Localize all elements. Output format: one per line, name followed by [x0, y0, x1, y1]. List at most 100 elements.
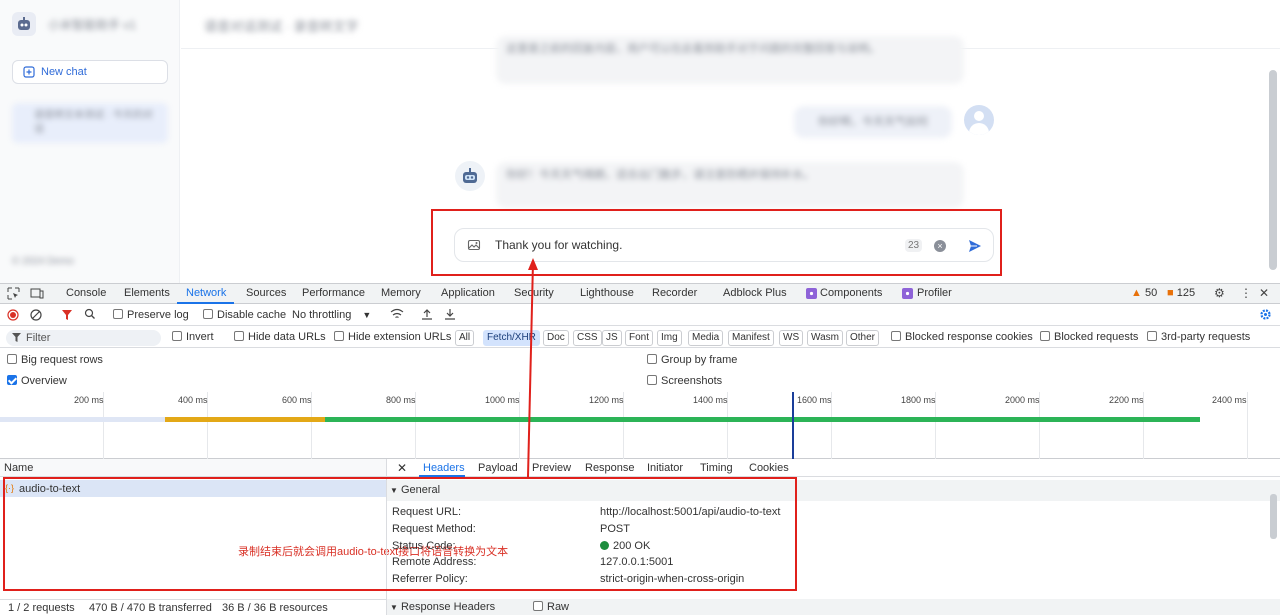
- checkbox-icon: [1147, 331, 1157, 341]
- checkbox-icon: [647, 375, 657, 385]
- chip-fetch-xhr[interactable]: Fetch/XHR: [483, 330, 540, 346]
- tab-sources[interactable]: Sources: [246, 287, 286, 299]
- download-icon[interactable]: [444, 308, 456, 323]
- warnings-count[interactable]: ▲ 50: [1131, 287, 1157, 299]
- chip-css[interactable]: CSS: [573, 330, 602, 346]
- record-icon[interactable]: [7, 309, 19, 324]
- conversation-item[interactable]: 语音转文本测试 · 今天的对话: [12, 103, 168, 143]
- transferred-size: 470 B / 470 B transferred: [89, 602, 212, 614]
- more-vert-icon[interactable]: ⋮: [1240, 286, 1252, 300]
- checkbox-icon: [172, 331, 182, 341]
- tab-security[interactable]: Security: [514, 287, 554, 299]
- details-scrollbar[interactable]: [1270, 494, 1277, 539]
- chip-doc[interactable]: Doc: [543, 330, 569, 346]
- tab-application[interactable]: Application: [441, 287, 495, 299]
- user-avatar-icon: [964, 105, 994, 135]
- hide-extension-urls-checkbox[interactable]: Hide extension URLs: [334, 331, 451, 343]
- checkbox-icon: [203, 309, 213, 319]
- tab-timing[interactable]: Timing: [700, 462, 733, 474]
- invert-checkbox[interactable]: Invert: [172, 331, 214, 343]
- upload-icon[interactable]: [421, 308, 433, 323]
- tab-cookies[interactable]: Cookies: [749, 462, 789, 474]
- tab-recorder[interactable]: Recorder: [652, 287, 697, 299]
- tab-components[interactable]: Components: [820, 287, 882, 299]
- preserve-log-checkbox[interactable]: Preserve log: [113, 309, 189, 321]
- chip-manifest[interactable]: Manifest: [728, 330, 774, 346]
- blocked-requests-checkbox[interactable]: Blocked requests: [1040, 331, 1138, 343]
- close-detail-icon[interactable]: ✕: [397, 461, 407, 475]
- tab-headers[interactable]: Headers: [423, 462, 465, 474]
- tick-label: 2400 ms: [1212, 395, 1247, 405]
- warning-icon: ▲: [1131, 287, 1142, 299]
- sidebar-footer: © 2024 Demo: [12, 256, 74, 267]
- gear-icon[interactable]: ⚙: [1214, 286, 1225, 300]
- overview-timeline[interactable]: 200 ms 400 ms 600 ms 800 ms 1000 ms 1200…: [0, 392, 1280, 558]
- throttling-select[interactable]: No throttling ▼: [292, 309, 371, 321]
- tab-memory[interactable]: Memory: [381, 287, 421, 299]
- tab-console[interactable]: Console: [66, 287, 106, 299]
- filter-icon: [12, 330, 21, 346]
- raw-checkbox[interactable]: Raw: [533, 601, 569, 613]
- network-settings-icon[interactable]: [1259, 308, 1272, 324]
- overview-checkbox[interactable]: Overview: [7, 375, 67, 387]
- chip-img[interactable]: Img: [657, 330, 682, 346]
- chat-scrollbar[interactable]: [1269, 70, 1277, 270]
- tab-preview[interactable]: Preview: [532, 462, 571, 474]
- chip-js[interactable]: JS: [602, 330, 622, 346]
- group-by-frame-checkbox[interactable]: Group by frame: [647, 354, 737, 366]
- timeline-queue-bar: [0, 417, 165, 422]
- tick-label: 600 ms: [282, 395, 312, 405]
- app-name: 小米智能助手 v1: [48, 18, 137, 32]
- response-headers-section[interactable]: ▼ Response Headers Raw: [387, 599, 1280, 615]
- checkbox-icon: [533, 601, 543, 611]
- network-toolbar: Preserve log Disable cache No throttling…: [0, 305, 1280, 326]
- screenshots-checkbox[interactable]: Screenshots: [647, 375, 722, 387]
- resources-size: 36 B / 36 B resources: [222, 602, 328, 614]
- hide-data-urls-checkbox[interactable]: Hide data URLs: [234, 331, 326, 343]
- chat-title: 语音对话测试 · 录音转文字: [204, 19, 359, 34]
- annotation-highlight-request: [3, 477, 797, 591]
- search-icon[interactable]: [84, 308, 96, 323]
- tab-response[interactable]: Response: [585, 462, 635, 474]
- status-footer: 1 / 2 requests 470 B / 470 B transferred…: [0, 599, 386, 615]
- tab-elements[interactable]: Elements: [124, 287, 170, 299]
- new-chat-button[interactable]: New chat: [12, 60, 168, 84]
- tab-adblock[interactable]: Adblock Plus: [723, 287, 787, 299]
- chip-wasm[interactable]: Wasm: [807, 330, 843, 346]
- response-headers-toggle: ▼ Response Headers: [390, 601, 496, 613]
- blocked-cookies-checkbox[interactable]: Blocked response cookies: [891, 331, 1033, 343]
- tab-payload[interactable]: Payload: [478, 462, 518, 474]
- tab-profiler[interactable]: Profiler: [917, 287, 952, 299]
- tab-lighthouse[interactable]: Lighthouse: [580, 287, 634, 299]
- device-toggle-icon[interactable]: [30, 287, 44, 303]
- wifi-conditions-icon[interactable]: [390, 308, 404, 323]
- chip-font[interactable]: Font: [625, 330, 654, 346]
- tab-performance[interactable]: Performance: [302, 287, 365, 299]
- chip-other[interactable]: Other: [846, 330, 880, 346]
- tab-initiator[interactable]: Initiator: [647, 462, 683, 474]
- clear-log-icon[interactable]: [30, 309, 42, 324]
- chip-media[interactable]: Media: [688, 330, 724, 346]
- third-party-checkbox[interactable]: 3rd-party requests: [1147, 331, 1250, 343]
- active-tab-indicator: [177, 302, 234, 304]
- tab-network[interactable]: Network: [186, 287, 226, 299]
- tick-label: 1000 ms: [485, 395, 520, 405]
- close-icon[interactable]: ✕: [1259, 286, 1269, 300]
- tick-label: 1400 ms: [693, 395, 728, 405]
- issue-icon: ■: [1167, 287, 1174, 299]
- assistant-message: 你好！今天天气晴朗，适合出门散步，请注意防晒并保持补水。: [496, 162, 964, 208]
- inspect-icon[interactable]: [7, 287, 20, 303]
- filter-input[interactable]: Filter: [6, 330, 161, 346]
- filter-funnel-icon[interactable]: [61, 309, 73, 324]
- chip-all[interactable]: All: [455, 330, 475, 346]
- disable-cache-checkbox[interactable]: Disable cache: [203, 309, 286, 321]
- name-column-header[interactable]: Name: [0, 459, 386, 477]
- triangle-down-icon: ▼: [390, 603, 398, 612]
- tick-label: 2200 ms: [1109, 395, 1144, 405]
- checkbox-icon: [113, 309, 123, 319]
- chip-ws[interactable]: WS: [779, 330, 804, 346]
- big-rows-checkbox[interactable]: Big request rows: [7, 354, 103, 366]
- checkbox-checked-icon: [7, 375, 17, 385]
- sidebar: 小米智能助手 v1 New chat 语音转文本测试 · 今天的对话 © 202…: [0, 0, 180, 283]
- issues-count[interactable]: ■ 125: [1167, 287, 1195, 299]
